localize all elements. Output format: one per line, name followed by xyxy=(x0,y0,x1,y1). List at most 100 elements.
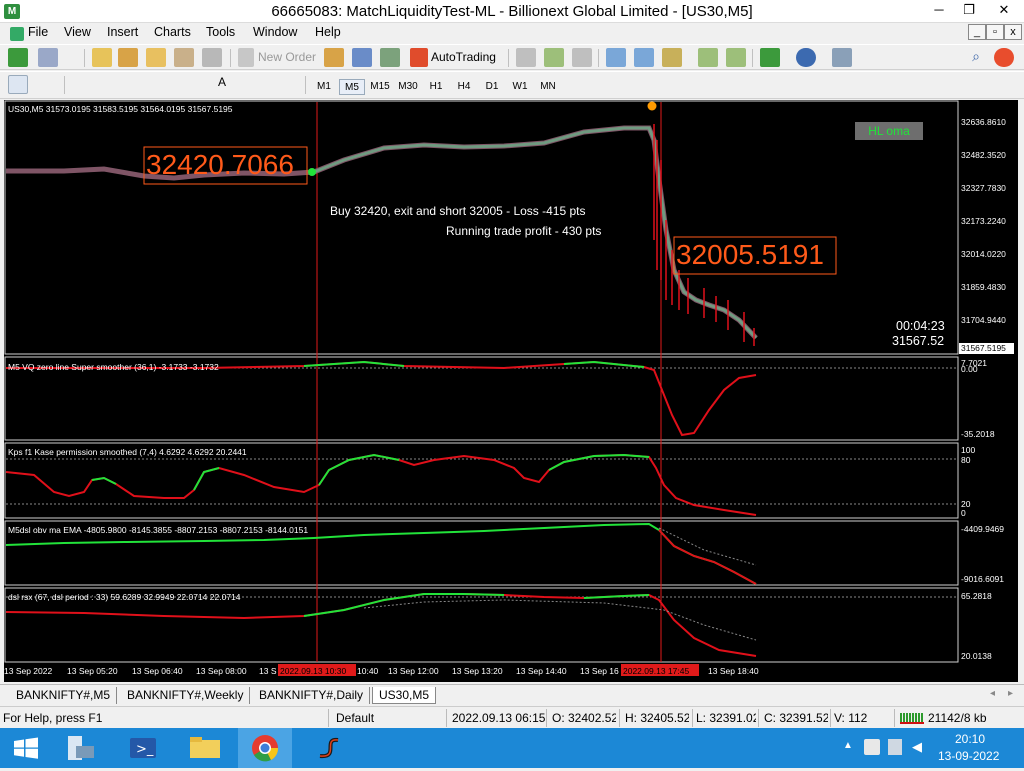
speaker-icon[interactable]: ◀ xyxy=(912,739,922,755)
mdi-minimize-button[interactable]: _ xyxy=(968,24,986,40)
timeframe-h1[interactable]: H1 xyxy=(423,79,449,95)
status-close: C: 32391.520 xyxy=(764,711,828,725)
close-button[interactable]: ✕ xyxy=(986,0,1022,22)
timeframe-m30[interactable]: M30 xyxy=(395,79,421,95)
server-manager-button[interactable] xyxy=(54,728,108,768)
tile-windows-icon[interactable] xyxy=(662,48,682,67)
market-icon[interactable] xyxy=(380,48,400,67)
text-icon[interactable]: A xyxy=(212,75,232,94)
connection-status-icon[interactable] xyxy=(900,713,924,724)
timeframe-h4[interactable]: H4 xyxy=(451,79,477,95)
menu-help[interactable]: Help xyxy=(315,25,341,39)
terminal-icon[interactable] xyxy=(174,48,194,67)
entry-dot xyxy=(308,168,316,176)
menu-insert[interactable]: Insert xyxy=(107,25,138,39)
vertical-line-icon[interactable] xyxy=(72,75,92,94)
new-order-button[interactable]: New Order xyxy=(258,50,316,64)
auto-scroll-icon[interactable] xyxy=(726,48,746,67)
show-hidden-icons-icon[interactable]: ▲ xyxy=(843,740,853,751)
timeframe-w1[interactable]: W1 xyxy=(507,79,533,95)
mdi-close-button[interactable]: x xyxy=(1004,24,1022,40)
profiles-icon[interactable] xyxy=(38,48,58,67)
restore-button[interactable]: ❐ xyxy=(954,0,984,22)
mdi-restore-button[interactable]: ▫ xyxy=(986,24,1004,40)
chrome-button[interactable] xyxy=(238,728,292,768)
autotrading-button[interactable]: AutoTrading xyxy=(431,50,496,64)
rsx-signal-line xyxy=(363,599,757,641)
search-icon[interactable]: ⌕ xyxy=(966,48,986,67)
templates-icon[interactable] xyxy=(832,48,852,67)
svg-text:>_: >_ xyxy=(136,742,154,757)
file-explorer-button[interactable] xyxy=(178,728,232,768)
price-axis-label: 31859.4830 xyxy=(961,282,1006,292)
tab-banknifty-daily[interactable]: BANKNIFTY#,Daily xyxy=(253,687,371,704)
fibonacci-icon[interactable] xyxy=(184,75,204,94)
tabs-scroll-right-icon[interactable]: ▸ xyxy=(1008,688,1013,699)
hl-oma-legend[interactable]: HL oma xyxy=(855,122,923,140)
time-axis-label: 13 Sep 18:40 xyxy=(708,666,759,676)
tabs-scroll-left-icon[interactable]: ◂ xyxy=(990,688,995,699)
security-icon[interactable] xyxy=(888,739,902,755)
timeframe-m5[interactable]: M5 xyxy=(339,79,365,95)
periods-icon[interactable] xyxy=(796,48,816,67)
timeframe-m1[interactable]: M1 xyxy=(311,79,337,95)
candlestick-icon[interactable] xyxy=(544,48,564,67)
new-order-icon[interactable] xyxy=(238,48,254,67)
start-button[interactable] xyxy=(0,728,54,768)
market-watch-icon[interactable] xyxy=(92,48,112,67)
zoom-in-icon[interactable] xyxy=(606,48,626,67)
menu-charts[interactable]: Charts xyxy=(154,25,191,39)
tray-time[interactable]: 20:10 xyxy=(948,732,992,746)
status-bar: For Help, press F1 Default 2022.09.13 06… xyxy=(0,706,1024,728)
cursor-icon[interactable] xyxy=(8,75,28,94)
time-axis-label: 13 Sep 06:40 xyxy=(132,666,183,676)
status-traffic: 21142/8 kb xyxy=(928,711,987,725)
timeframe-d1[interactable]: D1 xyxy=(479,79,505,95)
windows-taskbar: >_ ▲ ◀ 20:10 13-09-2022 xyxy=(0,728,1024,768)
tab-banknifty-m5[interactable]: BANKNIFTY#,M5 xyxy=(10,687,118,704)
crosshair-icon[interactable] xyxy=(36,75,56,94)
time-axis-label: 13 Sep 16 xyxy=(580,666,619,676)
bar-chart-icon[interactable] xyxy=(516,48,536,67)
new-chart-icon[interactable] xyxy=(8,48,28,67)
time-axis-label: 13 Sep 14:40 xyxy=(516,666,567,676)
menu-tools[interactable]: Tools xyxy=(206,25,235,39)
signals-icon[interactable] xyxy=(352,48,372,67)
menu-window[interactable]: Window xyxy=(253,25,297,39)
arrows-icon[interactable] xyxy=(270,75,290,94)
price-axis-label: 31704.9440 xyxy=(961,315,1006,325)
tray-date[interactable]: 13-09-2022 xyxy=(938,749,999,763)
horizontal-line-icon[interactable] xyxy=(100,75,120,94)
autotrading-icon[interactable] xyxy=(410,48,428,67)
trade-note-2: Running trade profit - 430 pts xyxy=(446,224,602,238)
powershell-button[interactable]: >_ xyxy=(116,728,170,768)
text-label-icon[interactable] xyxy=(240,75,260,94)
navigator-icon[interactable] xyxy=(146,48,166,67)
bar-timer: 00:04:23 xyxy=(896,319,945,333)
rsx-axis-label: 20.0138 xyxy=(961,651,992,661)
tab-us30-m5[interactable]: US30,M5 xyxy=(372,687,437,704)
zoom-out-icon[interactable] xyxy=(634,48,654,67)
notifications-icon[interactable] xyxy=(994,48,1014,67)
menu-bar: File View Insert Charts Tools Window Hel… xyxy=(0,23,1024,43)
metaeditor-icon[interactable] xyxy=(324,48,344,67)
minimize-button[interactable]: ─ xyxy=(924,0,954,22)
network-icon[interactable] xyxy=(864,739,880,755)
tab-banknifty-weekly[interactable]: BANKNIFTY#,Weekly xyxy=(121,687,251,704)
chart-window-icon[interactable] xyxy=(10,27,24,41)
timeframe-mn[interactable]: MN xyxy=(535,79,561,95)
timeframe-m15[interactable]: M15 xyxy=(367,79,393,95)
line-chart-icon[interactable] xyxy=(572,48,592,67)
metatrader-button[interactable] xyxy=(300,728,354,768)
chart-window[interactable]: US30,M5 31573.0195 31583.5195 31564.0195… xyxy=(4,100,1018,682)
trendline-icon[interactable] xyxy=(128,75,148,94)
event-marker-icon xyxy=(647,101,657,111)
entry-price-label: 32420.7066 xyxy=(146,149,294,180)
menu-view[interactable]: View xyxy=(64,25,91,39)
chart-shift-icon[interactable] xyxy=(698,48,718,67)
equidistant-channel-icon[interactable] xyxy=(156,75,176,94)
crosshair-nav-icon[interactable] xyxy=(118,48,138,67)
strategy-tester-icon[interactable] xyxy=(202,48,222,67)
menu-file[interactable]: File xyxy=(28,25,48,39)
indicators-icon[interactable] xyxy=(760,48,780,67)
